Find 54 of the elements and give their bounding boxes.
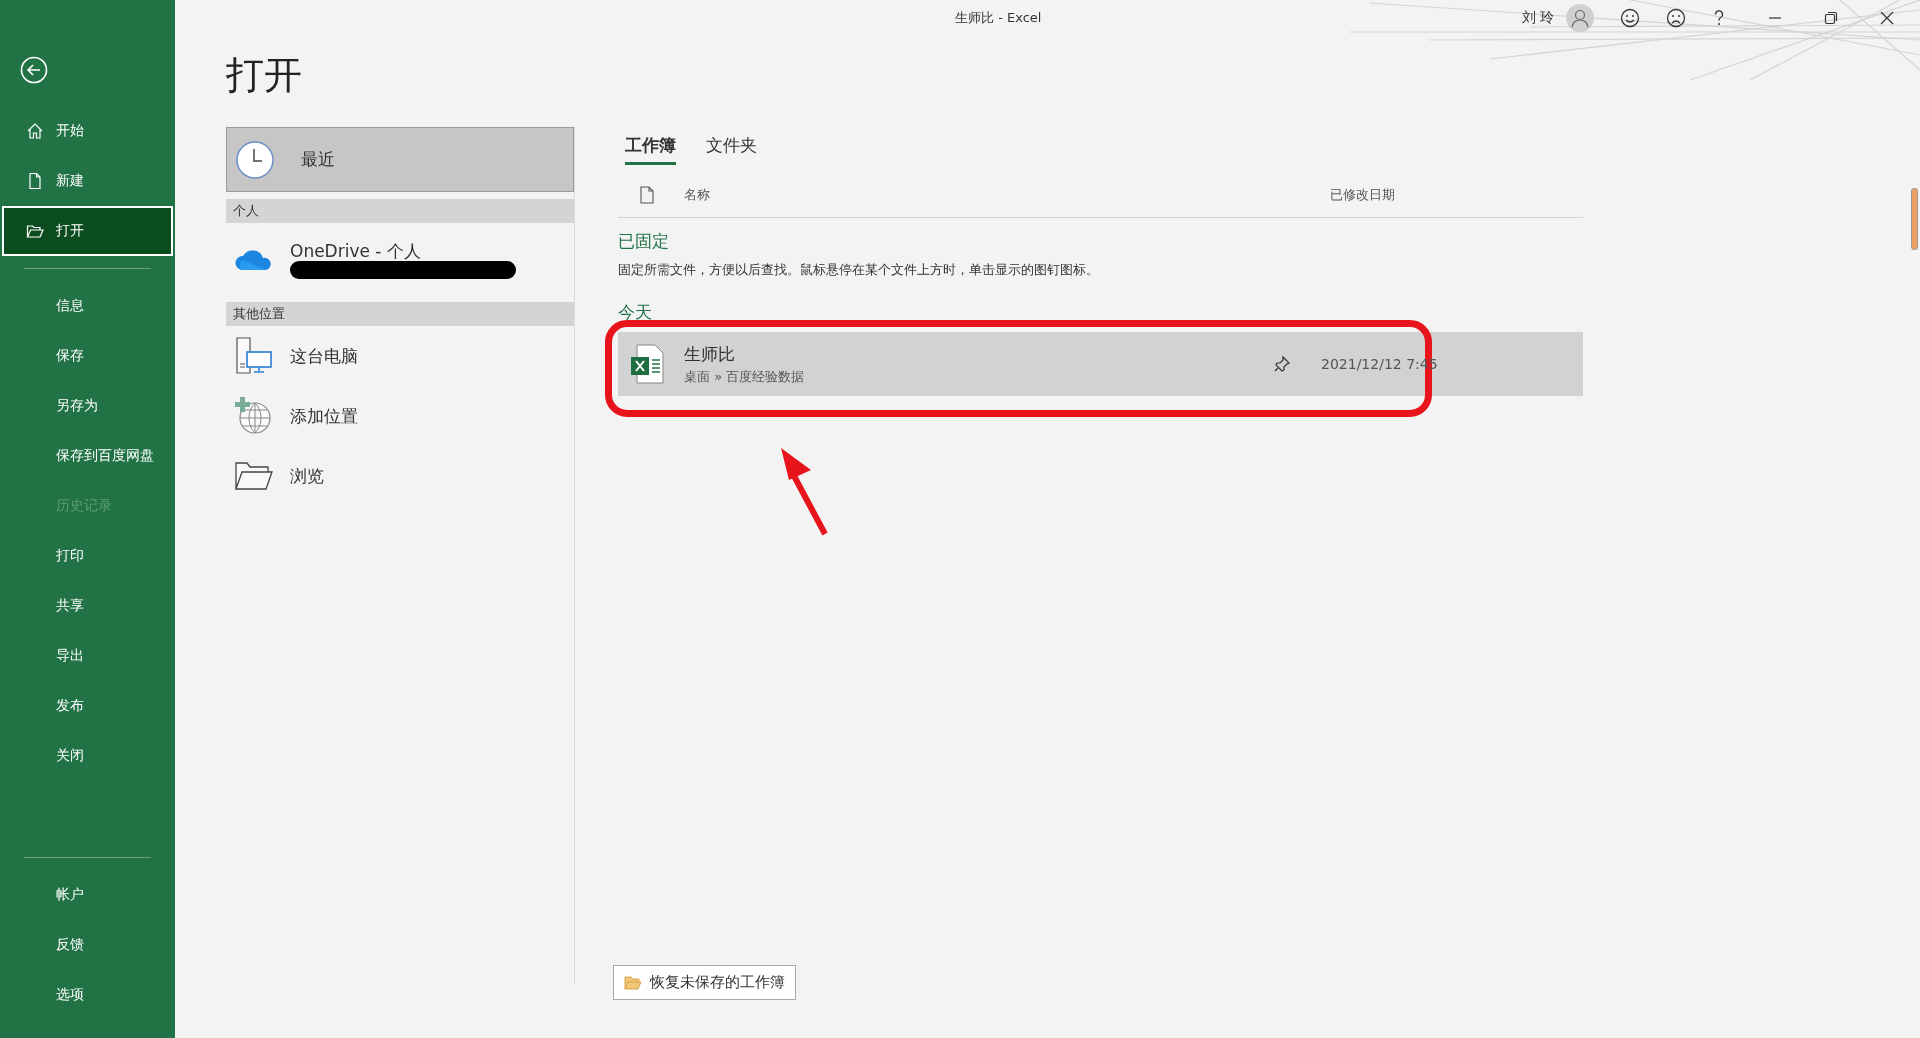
window-title: 生师比 - Excel <box>955 9 1042 27</box>
sidebar-item[interactable]: 另存为 <box>2 381 173 431</box>
sidebar-item[interactable]: 导出 <box>2 631 173 681</box>
pin-icon[interactable] <box>1273 355 1291 373</box>
tab[interactable]: 文件夹 <box>706 134 757 165</box>
file-path: 桌面 » 百度经验数据 <box>684 367 806 386</box>
excel-file-icon <box>630 344 664 384</box>
sidebar-item[interactable]: 发布 <box>2 681 173 731</box>
clock-icon <box>235 139 275 180</box>
back-button[interactable] <box>20 56 48 84</box>
help-icon[interactable] <box>1712 9 1726 27</box>
folder-icon <box>26 222 44 240</box>
sidebar-item[interactable]: 新建 <box>2 156 173 206</box>
pinned-hint: 固定所需文件，方便以后查找。鼠标悬停在某个文件上方时，单击显示的图钉图标。 <box>618 261 1100 279</box>
recover-button[interactable]: 恢复未保存的工作簿 <box>613 965 796 1000</box>
folder-icon <box>234 460 274 492</box>
location-item[interactable]: OneDrive - 个人 <box>226 223 574 295</box>
sidebar-item[interactable]: 打开 <box>2 206 173 256</box>
group-heading: 今天 <box>618 301 653 324</box>
computer-icon <box>234 336 274 376</box>
column-header: 已修改日期 <box>1330 186 1395 204</box>
sidebar-item[interactable]: 开始 <box>2 106 173 156</box>
tab[interactable]: 工作簿 <box>625 134 676 165</box>
location-item[interactable]: 添加位置 <box>226 386 574 446</box>
avatar-icon[interactable] <box>1566 4 1594 32</box>
scrollbar <box>1911 188 1918 250</box>
file-icon <box>640 186 654 204</box>
section-heading: 其他位置 <box>226 302 574 326</box>
sidebar-item[interactable]: 打印 <box>2 531 173 581</box>
sidebar-item[interactable]: 信息 <box>2 281 173 331</box>
sidebar-item[interactable]: 帐户 <box>2 870 173 920</box>
file-name: 生师比 <box>684 342 736 366</box>
recent-location[interactable]: 最近 <box>226 127 574 192</box>
home-icon <box>26 122 44 140</box>
frown-icon[interactable] <box>1666 8 1686 28</box>
column-header: 名称 <box>684 186 710 204</box>
sidebar-item[interactable]: 关闭 <box>2 731 173 781</box>
location-item[interactable]: 浏览 <box>226 446 574 506</box>
sidebar-item[interactable]: 共享 <box>2 581 173 631</box>
group-heading: 已固定 <box>618 230 670 253</box>
user-name: 刘 玲 <box>1521 9 1554 27</box>
smile-icon[interactable] <box>1620 8 1640 28</box>
sidebar-item[interactable]: 保存到百度网盘 <box>2 431 173 481</box>
location-item[interactable]: 这台电脑 <box>226 326 574 386</box>
page-title: 打开 <box>226 52 303 99</box>
sidebar-item[interactable]: 保存 <box>2 331 173 381</box>
restore-icon[interactable] <box>1824 11 1838 25</box>
sidebar-item[interactable]: 反馈 <box>2 920 173 970</box>
globe-plus-icon <box>234 396 274 436</box>
folder-icon <box>624 975 642 990</box>
sidebar-item[interactable]: 选项 <box>2 970 173 1020</box>
file-icon <box>26 172 44 190</box>
section-heading: 个人 <box>226 199 574 223</box>
close-icon[interactable] <box>1880 11 1894 25</box>
